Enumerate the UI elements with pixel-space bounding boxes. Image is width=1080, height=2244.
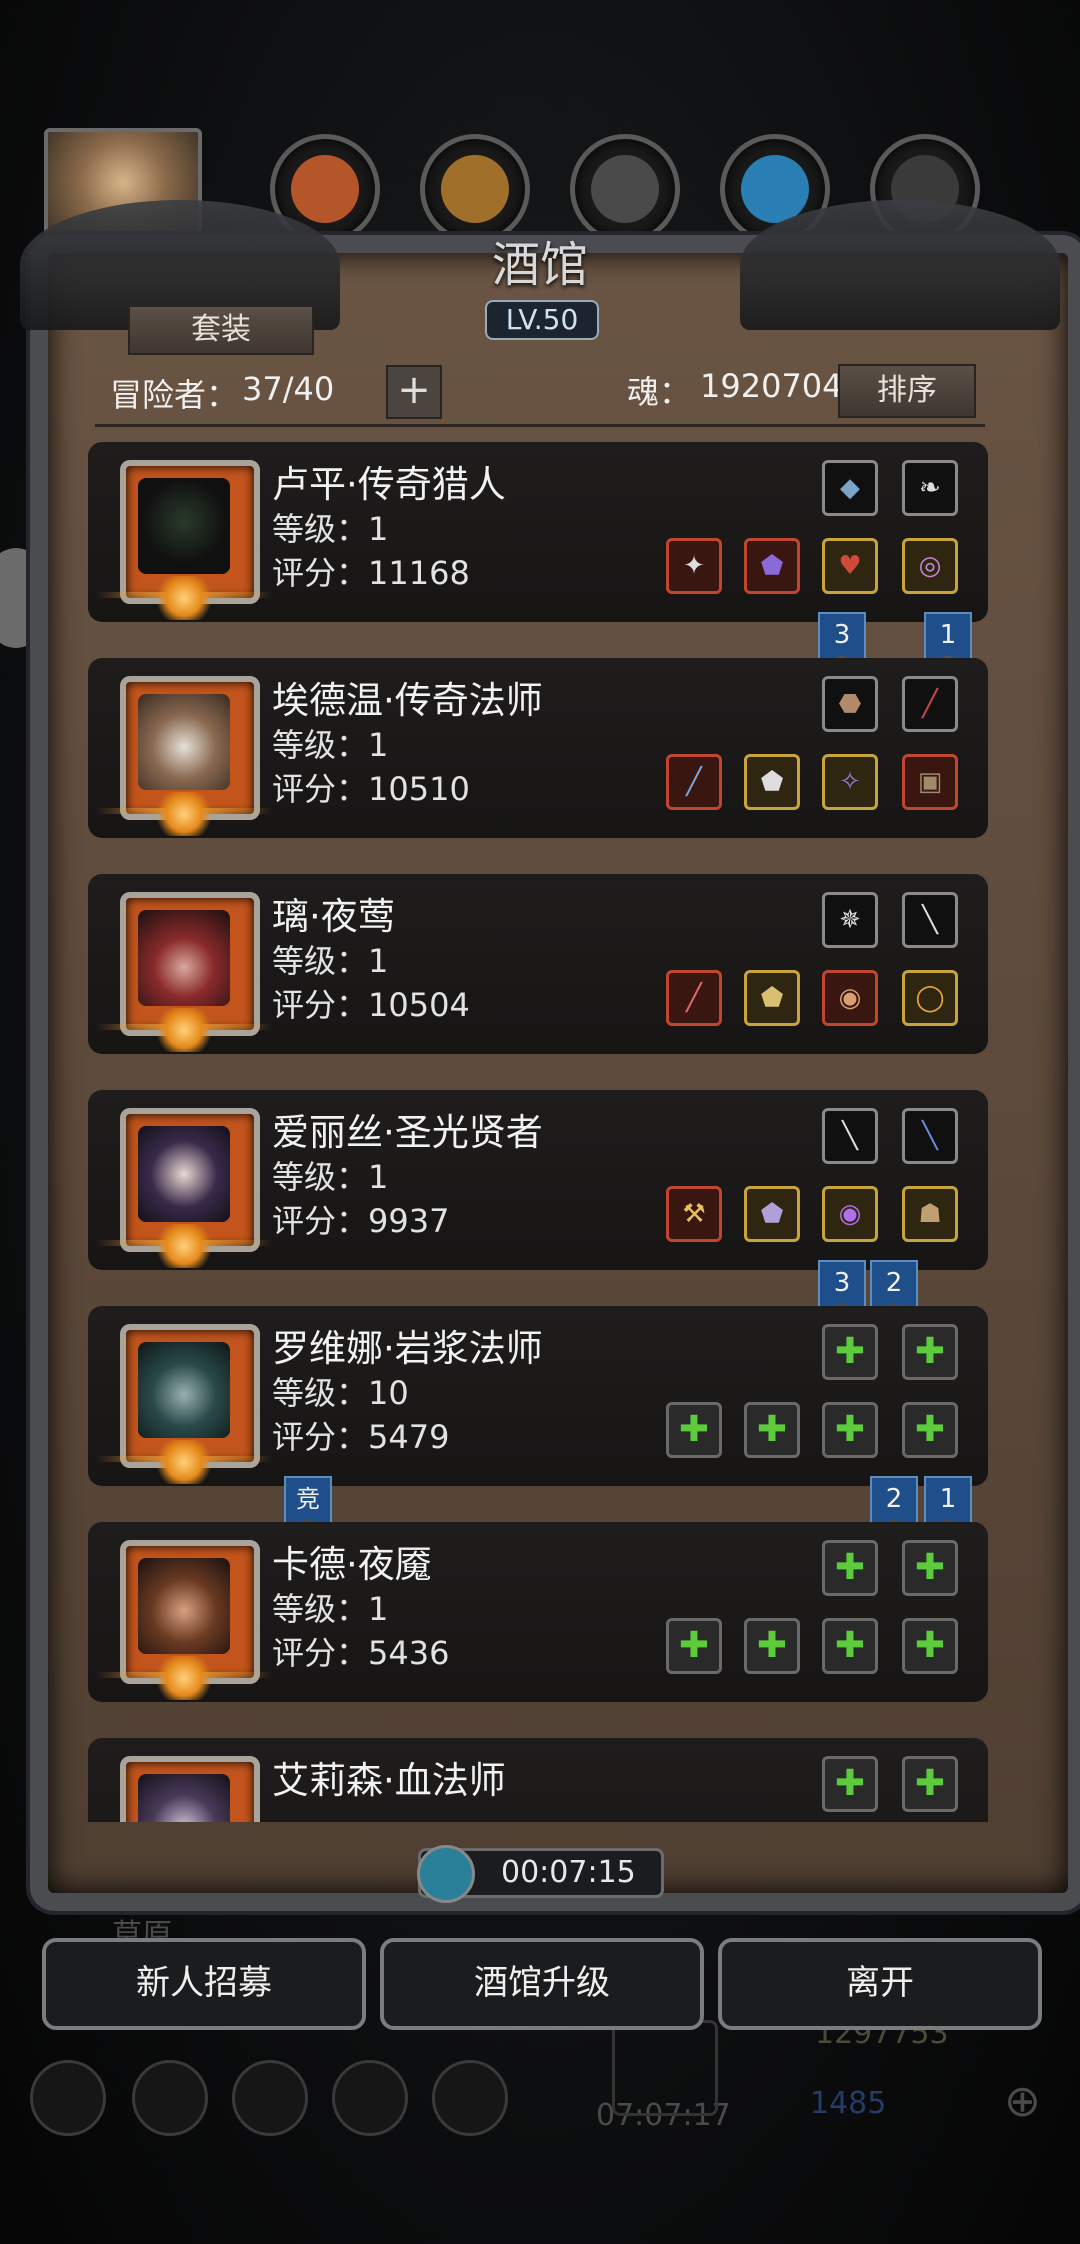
- rank-star-icon: [152, 1008, 216, 1052]
- recruit-timer: 00:07:15: [417, 1845, 664, 1903]
- rank-star-icon: [152, 1440, 216, 1484]
- gem-slot-icon[interactable]: ◆: [822, 460, 878, 516]
- hero-score: 评分：9937: [272, 1202, 450, 1240]
- hero-row[interactable]: 罗维娜·岩浆法师 等级：10 评分：5479 ✚ ✚ ✚ ✚ ✚ ✚: [88, 1306, 988, 1486]
- rank-star-icon: [152, 792, 216, 836]
- hero-row[interactable]: 爱丽丝·圣光贤者 等级：1 评分：9937 ╲ ╲ ⚒ ⬟ ◉ ☗: [88, 1090, 988, 1270]
- amulet-slot-icon[interactable]: ♥: [822, 538, 878, 594]
- hero-name: 璃·夜莺: [272, 895, 395, 938]
- empty-slot-add-icon[interactable]: ✚: [902, 1540, 958, 1596]
- hero-name: 爱丽丝·圣光贤者: [272, 1111, 543, 1154]
- medallion-slot-icon[interactable]: ◉: [822, 970, 878, 1026]
- adventurers-label: 冒险者：: [110, 376, 239, 414]
- header-divider: [95, 424, 985, 427]
- adventurers-count: 37/40: [242, 370, 335, 408]
- empty-slot-add-icon[interactable]: ✚: [902, 1324, 958, 1380]
- set-button[interactable]: 套装: [128, 305, 314, 355]
- nav-mail-icon[interactable]: [332, 2060, 408, 2136]
- clock-icon: [417, 1845, 475, 1903]
- hero-row[interactable]: 艾莉森·血法师 ✚ ✚: [88, 1738, 988, 1822]
- robe-slot-icon[interactable]: ⬟: [744, 754, 800, 810]
- add-currency-icon[interactable]: ⊕: [1004, 2076, 1041, 2127]
- hero-score: 评分：10504: [272, 986, 470, 1024]
- orb-slot-icon[interactable]: ◉: [822, 1186, 878, 1242]
- rank-star-icon: [152, 576, 216, 620]
- rank-star-icon: [152, 1224, 216, 1268]
- mask-slot-icon[interactable]: ☗: [902, 1186, 958, 1242]
- soul-label: 魂：: [627, 373, 692, 411]
- empty-slot-add-icon[interactable]: ✚: [822, 1324, 878, 1380]
- leave-button[interactable]: 离开: [718, 1938, 1042, 2030]
- hero-list[interactable]: 卢平·传奇猎人 等级：1 评分：11168 ◆ ❧ ✦ ⬟ ♥ ◎ 3 1 埃德…: [88, 442, 988, 1822]
- hero-level: 等级：1: [272, 726, 389, 764]
- wand-slot-icon[interactable]: ✧: [822, 754, 878, 810]
- hero-row[interactable]: 埃德温·传奇法师 等级：1 评分：10510 ⬣ ╱ ╱ ⬟ ✧ ▣: [88, 658, 988, 838]
- empty-slot-add-icon[interactable]: ✚: [902, 1618, 958, 1674]
- empty-slot-add-icon[interactable]: ✚: [822, 1540, 878, 1596]
- hero-score: 评分：5436: [272, 1634, 450, 1672]
- hero-name: 罗维娜·岩浆法师: [272, 1327, 543, 1370]
- feather-slot-icon[interactable]: ❧: [902, 460, 958, 516]
- sort-button[interactable]: 排序: [838, 364, 976, 418]
- horn-slot-icon[interactable]: ╱: [902, 676, 958, 732]
- dagger-slot-icon[interactable]: ╱: [666, 970, 722, 1026]
- avatar: [120, 1756, 260, 1822]
- hero-name: 埃德温·传奇法师: [272, 679, 543, 722]
- empty-slot-add-icon[interactable]: ✚: [666, 1402, 722, 1458]
- empty-slot-add-icon[interactable]: ✚: [666, 1618, 722, 1674]
- empty-slot-add-icon[interactable]: ✚: [744, 1402, 800, 1458]
- blade-slot-icon[interactable]: ╲: [902, 892, 958, 948]
- hero-level: 等级：1: [272, 942, 389, 980]
- add-slot-button[interactable]: +: [386, 365, 442, 419]
- recruit-button[interactable]: 新人招募: [42, 1938, 366, 2030]
- gold-ring-slot-icon[interactable]: ◯: [902, 970, 958, 1026]
- chest-armor-slot-icon[interactable]: ⬟: [744, 970, 800, 1026]
- hero-level: 等级：1: [272, 1590, 389, 1628]
- nav-bag-icon[interactable]: [232, 2060, 308, 2136]
- empty-slot-add-icon[interactable]: ✚: [822, 1618, 878, 1674]
- hammer-slot-icon[interactable]: ⚒: [666, 1186, 722, 1242]
- hero-row[interactable]: 卢平·传奇猎人 等级：1 评分：11168 ◆ ❧ ✦ ⬟ ♥ ◎: [88, 442, 988, 622]
- bow-slot-icon[interactable]: ╲: [902, 1108, 958, 1164]
- timer-text: 00:07:15: [501, 1855, 636, 1890]
- nav-pentagram-icon[interactable]: [132, 2060, 208, 2136]
- crossbow-slot-icon[interactable]: ✦: [666, 538, 722, 594]
- gift-box-icon[interactable]: [612, 2020, 718, 2116]
- staff-slot-icon[interactable]: ╱: [666, 754, 722, 810]
- hero-row[interactable]: 璃·夜莺 等级：1 评分：10504 ✵ ╲ ╱ ⬟ ◉ ◯: [88, 874, 988, 1054]
- page-title: 酒馆: [491, 237, 588, 293]
- empty-slot-add-icon[interactable]: ✚: [822, 1402, 878, 1458]
- rank-star-icon: [152, 1656, 216, 1700]
- ring-slot-icon[interactable]: ◎: [902, 538, 958, 594]
- hero-row[interactable]: 卡德·夜魇 等级：1 评分：5436 ✚ ✚ ✚ ✚ ✚ ✚: [88, 1522, 988, 1702]
- background-gem-value: 1485: [810, 2086, 887, 2121]
- hero-level: 等级：1: [272, 1158, 389, 1196]
- empty-slot-add-icon[interactable]: ✚: [744, 1618, 800, 1674]
- shield-slot-icon[interactable]: ⬣: [822, 676, 878, 732]
- plate-armor-slot-icon[interactable]: ⬟: [744, 1186, 800, 1242]
- hero-score: 评分：5479: [272, 1418, 450, 1456]
- hero-level: 等级：10: [272, 1374, 409, 1412]
- emblem-slot-icon[interactable]: ✵: [822, 892, 878, 948]
- empty-slot-add-icon[interactable]: ✚: [902, 1756, 958, 1812]
- hero-name: 卢平·传奇猎人: [272, 463, 506, 506]
- upgrade-tavern-button[interactable]: 酒馆升级: [380, 1938, 704, 2030]
- book-slot-icon[interactable]: ▣: [902, 754, 958, 810]
- quill-slot-icon[interactable]: ╲: [822, 1108, 878, 1164]
- empty-slot-add-icon[interactable]: ✚: [902, 1402, 958, 1458]
- hero-score: 评分：10510: [272, 770, 470, 808]
- level-badge: LV.50: [485, 300, 599, 340]
- hero-score: 评分：11168: [272, 554, 470, 592]
- empty-slot-add-icon[interactable]: ✚: [822, 1756, 878, 1812]
- hero-name: 艾莉森·血法师: [272, 1759, 506, 1802]
- nav-handshake-icon[interactable]: [432, 2060, 508, 2136]
- nav-settings-icon[interactable]: [30, 2060, 106, 2136]
- armor-slot-icon[interactable]: ⬟: [744, 538, 800, 594]
- soul-value: 1920704: [700, 367, 843, 405]
- hero-level: 等级：1: [272, 510, 389, 548]
- hero-name: 卡德·夜魇: [272, 1543, 432, 1586]
